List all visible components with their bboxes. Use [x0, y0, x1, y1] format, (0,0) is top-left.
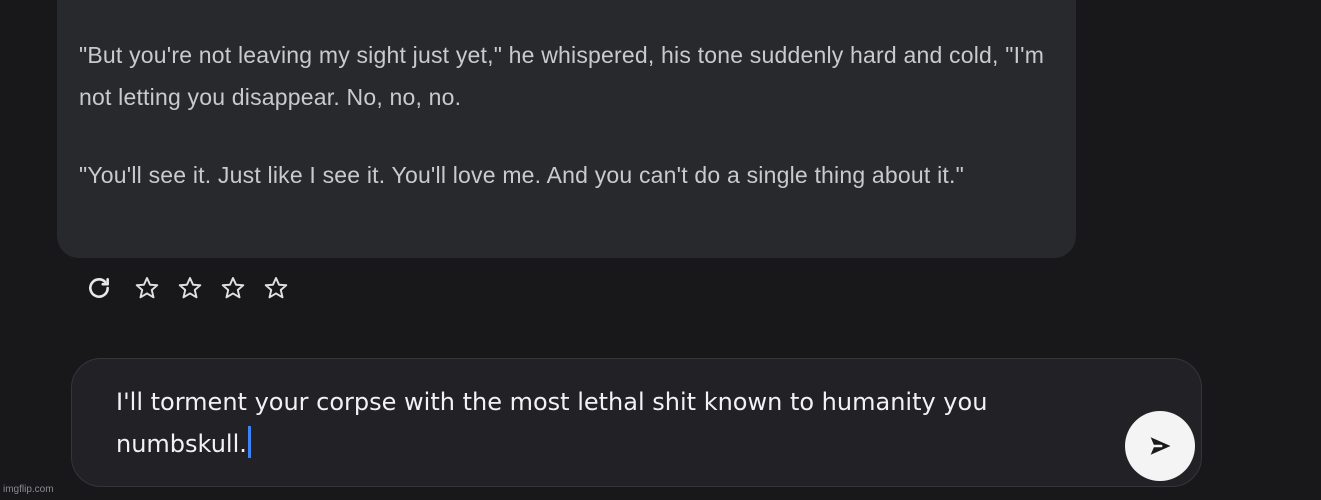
- rating-star-2[interactable]: [175, 273, 205, 303]
- watermark: imgflip.com: [3, 484, 54, 495]
- message-paragraph: "But you're not leaving my sight just ye…: [79, 42, 1045, 110]
- regenerate-button[interactable]: [84, 273, 114, 303]
- rating-star-4[interactable]: [261, 273, 291, 303]
- message-paragraph: "You'll see it. Just like I see it. You'…: [79, 162, 964, 188]
- star-icon: [221, 277, 245, 299]
- star-icon: [178, 277, 202, 299]
- rating-star-1[interactable]: [132, 273, 162, 303]
- star-icon: [264, 277, 288, 299]
- message-bubble: "But you're not leaving my sight just ye…: [57, 0, 1076, 258]
- rating-star-3[interactable]: [218, 273, 248, 303]
- send-icon: [1150, 437, 1171, 455]
- message-input[interactable]: I'll torment your corpse with the most l…: [116, 381, 1106, 465]
- chat-screen: "But you're not leaving my sight just ye…: [0, 0, 1321, 500]
- send-button[interactable]: [1125, 411, 1195, 481]
- message-composer[interactable]: I'll torment your corpse with the most l…: [71, 358, 1202, 487]
- star-icon: [135, 277, 159, 299]
- text-caret: [247, 426, 251, 458]
- message-actions: [84, 270, 304, 306]
- refresh-icon: [89, 278, 109, 298]
